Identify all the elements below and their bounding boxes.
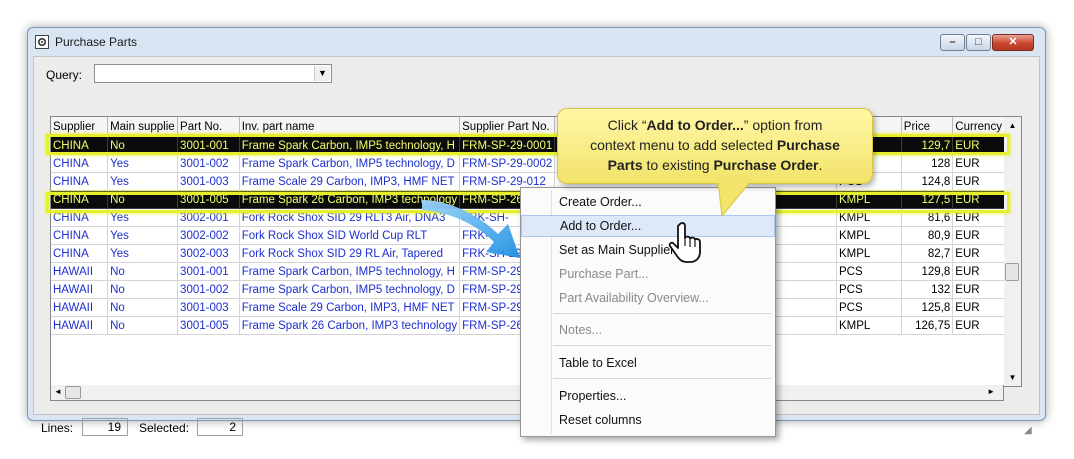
window-title: Purchase Parts	[55, 35, 138, 49]
cell-supplier[interactable]: HAWAII	[51, 316, 109, 335]
cell-part-no[interactable]: 3001-005	[177, 316, 240, 335]
menu-item-properties[interactable]: Properties...	[521, 385, 775, 407]
cell-currency[interactable]: EUR	[952, 280, 1005, 299]
cell-currency[interactable]: EUR	[952, 262, 1005, 281]
cell-price[interactable]: 124,8	[901, 172, 954, 191]
cell-price[interactable]: 129,8	[901, 262, 954, 281]
instruction-callout: Click “Add to Order...” option from cont…	[557, 108, 873, 184]
cell-inv-part-name[interactable]: Frame Scale 29 Carbon, IMP3, HMF NET	[239, 298, 461, 317]
cell-main-supplier[interactable]: No	[107, 262, 179, 281]
menu-item-notes[interactable]: Notes...	[521, 319, 775, 341]
cell-main-supplier[interactable]: No	[107, 316, 179, 335]
cell-price[interactable]: 126,75	[901, 316, 954, 335]
cell-unit[interactable]: PCS	[836, 262, 902, 281]
cell-currency[interactable]: EUR	[952, 298, 1005, 317]
callout-line-1: Click “Add to Order...” option from	[607, 117, 823, 133]
cell-part-no[interactable]: 3001-002	[177, 154, 240, 173]
cell-unit[interactable]: KMPL	[836, 316, 902, 335]
horizontal-scroll-thumb[interactable]	[65, 386, 81, 399]
cell-inv-part-name[interactable]: Frame Scale 29 Carbon, IMP3, HMF NET	[239, 172, 461, 191]
cell-currency[interactable]: EUR	[952, 172, 1005, 191]
cell-unit[interactable]: PCS	[836, 280, 902, 299]
scroll-down-icon[interactable]: ▼	[1004, 373, 1021, 382]
cell-supplier[interactable]: HAWAII	[51, 298, 109, 317]
cell-part-no[interactable]: 3001-001	[177, 262, 240, 281]
cell-supplier[interactable]: HAWAII	[51, 280, 109, 299]
scroll-right-icon[interactable]: ►	[987, 387, 995, 396]
menu-item-set-main-supplier[interactable]: Set as Main Supplier	[521, 239, 775, 261]
cell-currency[interactable]: EUR	[952, 226, 1005, 245]
cell-part-no[interactable]: 3001-003	[177, 172, 240, 191]
cell-supplier[interactable]: CHINA	[51, 154, 109, 173]
cell-unit[interactable]: KMPL	[836, 226, 902, 245]
cell-supplier[interactable]: CHINA	[51, 172, 109, 191]
cell-supplier-part-no[interactable]: FRM-SP-29-0002	[459, 154, 556, 173]
cell-price[interactable]: 80,9	[901, 226, 954, 245]
vertical-scroll-thumb[interactable]	[1005, 263, 1019, 281]
close-button[interactable]: ✕	[992, 34, 1034, 51]
maximize-button[interactable]: □	[966, 34, 991, 51]
scroll-left-icon[interactable]: ◄	[54, 387, 62, 396]
cell-supplier[interactable]: CHINA	[51, 244, 109, 263]
cell-main-supplier[interactable]: Yes	[107, 172, 179, 191]
cell-part-no[interactable]: 3002-003	[177, 244, 240, 263]
callout-line-3: Parts to existing Purchase Order.	[607, 157, 823, 173]
cell-part-no[interactable]: 3001-002	[177, 280, 240, 299]
cell-part-no[interactable]: 3001-003	[177, 298, 240, 317]
context-menu: Create Order... Add to Order... Set as M…	[520, 187, 776, 437]
cell-supplier[interactable]: CHINA	[51, 226, 109, 245]
cell-main-supplier[interactable]: No	[107, 280, 179, 299]
minimize-button[interactable]: –	[940, 34, 965, 51]
selected-label: Selected:	[139, 421, 190, 435]
cell-main-supplier[interactable]: Yes	[107, 226, 179, 245]
app-icon	[35, 35, 49, 49]
scroll-up-icon[interactable]: ▲	[1004, 121, 1021, 130]
minimize-icon: –	[949, 36, 956, 48]
callout-line-2: context menu to add selected Purchase	[590, 137, 840, 153]
menu-separator	[553, 345, 771, 346]
cell-inv-part-name[interactable]: Frame Spark Carbon, IMP5 technology, D	[239, 280, 461, 299]
cell-price[interactable]: 82,7	[901, 244, 954, 263]
query-dropdown[interactable]: ▼	[94, 64, 332, 83]
cell-unit[interactable]: KMPL	[836, 244, 902, 263]
menu-separator	[553, 313, 771, 314]
lines-label: Lines:	[41, 421, 74, 435]
cell-inv-part-name[interactable]: Frame Spark 26 Carbon, IMP3 technology	[239, 316, 461, 335]
cell-currency[interactable]: EUR	[952, 316, 1005, 335]
cell-currency[interactable]: EUR	[952, 244, 1005, 263]
selected-count: 2	[197, 418, 243, 436]
menu-item-part-availability[interactable]: Part Availability Overview...	[521, 287, 775, 309]
cell-main-supplier[interactable]: Yes	[107, 154, 179, 173]
close-icon: ✕	[1008, 36, 1018, 48]
menu-item-table-to-excel[interactable]: Table to Excel	[521, 352, 775, 374]
pointer-arrow-icon	[422, 200, 520, 258]
title-bar[interactable]: Purchase Parts – □ ✕	[28, 28, 1045, 56]
menu-item-purchase-part[interactable]: Purchase Part...	[521, 263, 775, 285]
query-label: Query:	[46, 68, 83, 82]
cell-main-supplier[interactable]: Yes	[107, 244, 179, 263]
cell-currency[interactable]: EUR	[952, 154, 1005, 173]
cell-part-no[interactable]: 3002-002	[177, 226, 240, 245]
menu-separator	[553, 378, 771, 379]
cell-unit[interactable]: PCS	[836, 298, 902, 317]
hand-cursor-icon	[668, 222, 701, 263]
maximize-icon: □	[975, 36, 982, 48]
cell-supplier[interactable]: HAWAII	[51, 262, 109, 281]
callout-tail	[717, 180, 752, 218]
resize-grip-icon[interactable]: ◢	[1024, 425, 1036, 437]
cell-price[interactable]: 132	[901, 280, 954, 299]
dropdown-arrow-icon[interactable]: ▼	[314, 66, 330, 81]
vertical-scrollbar[interactable]: ▲ ▼	[1004, 116, 1022, 387]
cell-inv-part-name[interactable]: Frame Spark Carbon, IMP5 technology, D	[239, 154, 461, 173]
cell-main-supplier[interactable]: No	[107, 298, 179, 317]
cell-price[interactable]: 125,8	[901, 298, 954, 317]
cell-price[interactable]: 128	[901, 154, 954, 173]
lines-count: 19	[82, 418, 128, 436]
menu-item-reset-columns[interactable]: Reset columns	[521, 409, 775, 431]
